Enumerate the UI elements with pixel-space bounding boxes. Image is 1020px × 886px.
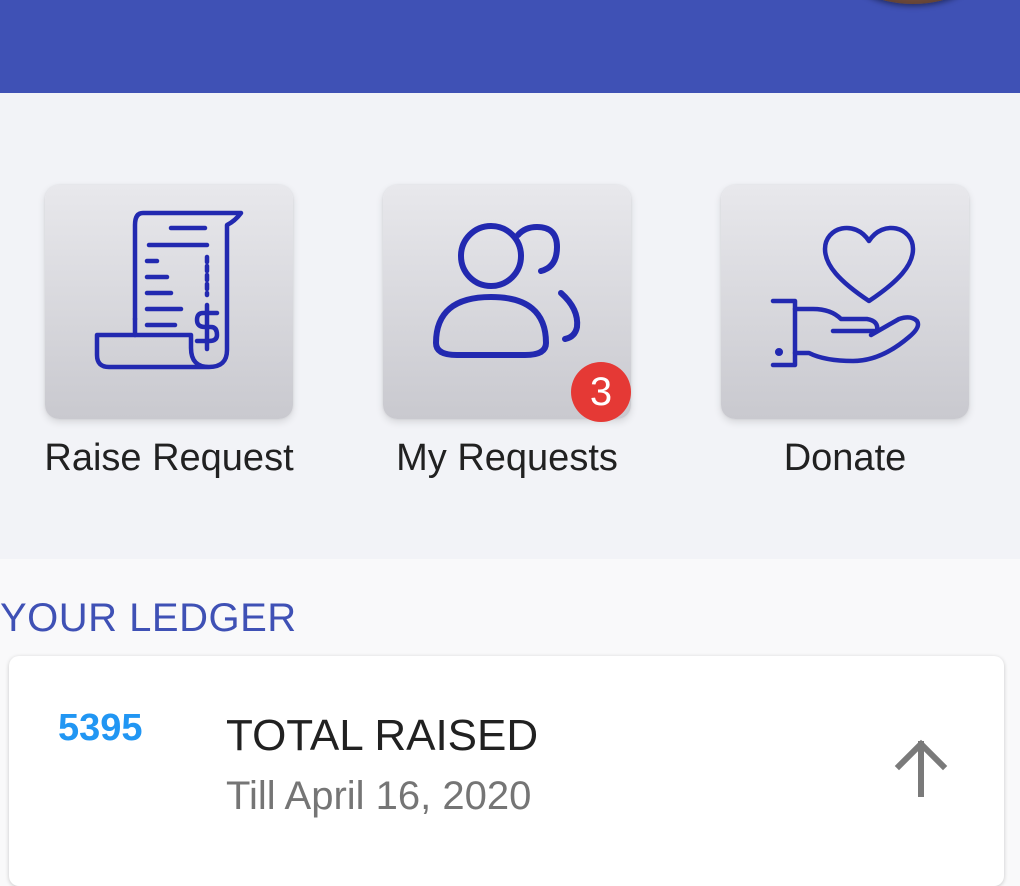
arrow-up-icon <box>894 739 948 797</box>
donate-button[interactable] <box>721 185 969 419</box>
quick-actions: Raise Request 3 My Requests Donate <box>0 93 1020 559</box>
expand-ledger-button[interactable] <box>885 734 957 806</box>
ledger-card-total-raised[interactable]: 5395 TOTAL RAISED Till April 16, 2020 <box>9 656 1004 886</box>
action-raise-request: Raise Request <box>44 185 294 479</box>
total-raised-amount: 5395 <box>58 707 143 749</box>
requests-count-badge: 3 <box>571 362 631 422</box>
app-bar <box>0 0 1020 93</box>
action-donate: Donate <box>721 185 969 479</box>
action-my-requests: 3 My Requests <box>383 185 631 479</box>
total-raised-title: TOTAL RAISED <box>226 711 539 760</box>
receipt-dollar-icon <box>94 210 244 370</box>
profile-avatar[interactable] <box>848 0 978 4</box>
raise-request-button[interactable] <box>45 185 293 419</box>
donate-label: Donate <box>783 437 907 479</box>
heart-hand-icon <box>770 225 921 368</box>
my-requests-button[interactable]: 3 <box>383 185 631 422</box>
my-requests-label: My Requests <box>396 437 618 479</box>
ledger-section-title: YOUR LEDGER <box>0 596 297 640</box>
raise-request-label: Raise Request <box>44 437 294 479</box>
total-raised-date: Till April 16, 2020 <box>226 774 532 818</box>
